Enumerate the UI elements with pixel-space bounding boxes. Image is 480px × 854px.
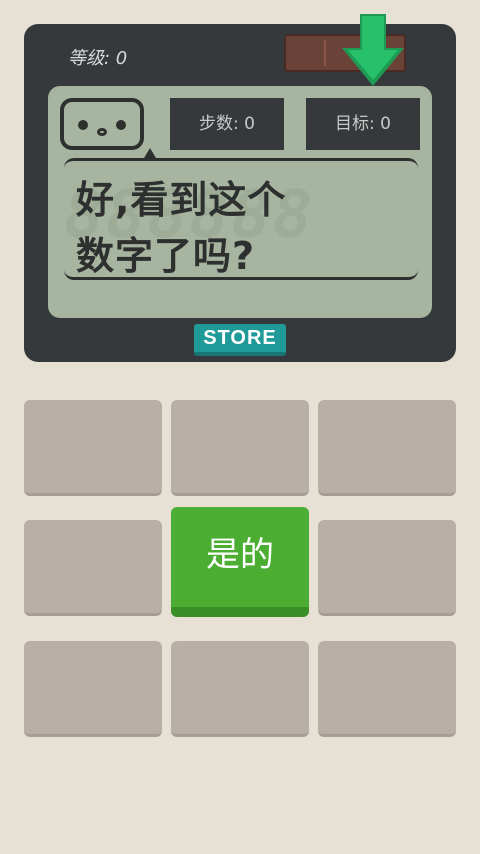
- message-line-2: 数字了吗?: [76, 234, 256, 278]
- game-device-panel: 等级: 0 888888 步数: 0 目标: 0 好,看到这个 数字了吗? ST…: [24, 14, 456, 362]
- steps-counter: 步数: 0: [170, 98, 284, 150]
- grid-cell-9[interactable]: [318, 641, 456, 737]
- level-label: 等级: 0: [68, 48, 128, 69]
- grid-cell-6[interactable]: [318, 520, 456, 616]
- lcd-screen: 888888 步数: 0 目标: 0 好,看到这个 数字了吗?: [48, 86, 432, 318]
- battery-segment: [324, 40, 326, 66]
- message-text: 好,看到这个 数字了吗?: [76, 172, 416, 284]
- grid-cell-8[interactable]: [171, 641, 309, 737]
- eye-icon: [78, 120, 88, 130]
- down-arrow-icon[interactable]: [340, 14, 406, 88]
- speech-bubble-tail: [144, 148, 156, 158]
- yes-button[interactable]: 是的: [171, 507, 309, 617]
- robot-face-icon: [60, 98, 144, 150]
- mouth-icon: [97, 128, 107, 136]
- store-button[interactable]: STORE: [194, 324, 286, 356]
- grid-cell-3[interactable]: [318, 400, 456, 496]
- grid-cell-1[interactable]: [24, 400, 162, 496]
- grid-cell-2[interactable]: [171, 400, 309, 496]
- eye-icon: [116, 120, 126, 130]
- target-counter: 目标: 0: [306, 98, 420, 150]
- grid-cell-7[interactable]: [24, 641, 162, 737]
- message-line-1: 好,看到这个: [76, 178, 287, 222]
- grid-cell-4[interactable]: [24, 520, 162, 616]
